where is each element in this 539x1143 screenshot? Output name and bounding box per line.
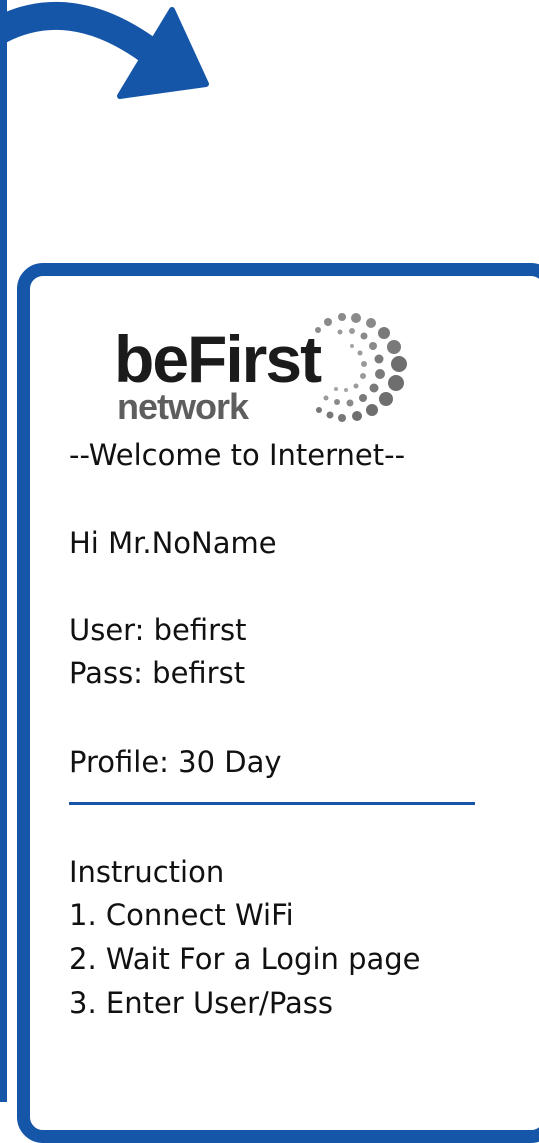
instruction-step: 2. Wait For a Login page xyxy=(69,942,421,976)
welcome-heading: --Welcome to Internet-- xyxy=(69,438,406,472)
profile-text: Profile: 30 Day xyxy=(69,745,282,779)
section-divider xyxy=(69,802,475,805)
instruction-step: 3. Enter User/Pass xyxy=(69,986,333,1020)
curved-arrow-icon xyxy=(0,1,209,99)
password-text: Pass: befirst xyxy=(69,656,246,690)
left-border-rail xyxy=(0,0,7,1102)
logo-subtitle: network xyxy=(117,386,249,427)
instructions-heading: Instruction xyxy=(69,855,225,889)
username-text: User: befirst xyxy=(69,613,247,647)
befirst-logo: beFirst network xyxy=(114,306,414,434)
logo-wordmark: beFirst xyxy=(114,322,322,396)
greeting-text: Hi Mr.NoName xyxy=(69,526,277,560)
instruction-step: 1. Connect WiFi xyxy=(69,898,294,932)
